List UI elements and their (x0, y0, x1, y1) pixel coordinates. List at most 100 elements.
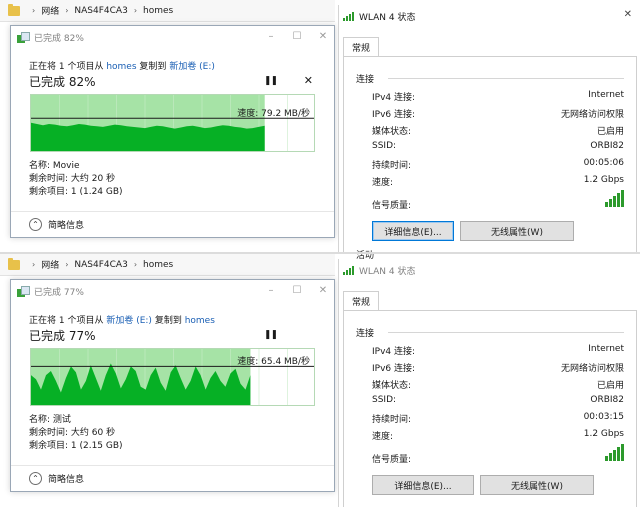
pause-icon[interactable]: ❚❚ (264, 76, 278, 86)
row-label: 持续时间: (372, 161, 412, 171)
copy-icon (17, 285, 30, 297)
wlan-row: SSID: ORBI82 (372, 395, 624, 405)
chevron-right-icon: › (133, 6, 138, 15)
wireless-properties-button[interactable]: 无线属性(W) (460, 221, 574, 241)
chevron-up-icon: ⌃ (29, 472, 42, 485)
row-value: 1.2 Gbps (583, 429, 624, 439)
maximize-icon[interactable]: ☐ (292, 30, 302, 42)
fewer-details-label: 简略信息 (48, 475, 85, 485)
copy-middle: 复制到 (154, 316, 182, 326)
signal-quality-row: 信号质量: (372, 452, 576, 465)
connection-group-label: 连接 (356, 75, 375, 85)
row-label: 速度: (372, 178, 394, 188)
maximize-icon[interactable]: ☐ (292, 284, 302, 296)
row-label: 媒体状态: (372, 127, 412, 137)
row-value: 已启用 (596, 381, 624, 391)
close-icon[interactable]: ✕ (624, 9, 632, 20)
wlan-title-bar[interactable]: WLAN 4 状态 (339, 5, 640, 27)
minimize-icon[interactable]: – (266, 284, 276, 296)
row-label: IPv6 连接: (372, 364, 416, 374)
dialog-title: 已完成 82% (34, 33, 84, 44)
wifi-signal-icon (343, 11, 354, 21)
row-label: 持续时间: (372, 415, 412, 425)
connection-group-label: 连接 (356, 329, 375, 339)
destination-link[interactable]: homes (185, 316, 215, 326)
source-link[interactable]: 新加卷 (E:) (106, 316, 152, 326)
explorer-address-bar[interactable]: › 网络 › NAS4F4CA3 › homes (0, 0, 335, 22)
wireless-properties-button[interactable]: 无线属性(W) (480, 475, 594, 495)
breadcrumb-network[interactable]: 网络 (41, 4, 59, 17)
row-label: 速度: (372, 432, 394, 442)
throughput-graph: 速度: 65.4 MB/秒 (30, 348, 315, 406)
tab-general[interactable]: 常规 (343, 291, 380, 311)
destination-link[interactable]: 新加卷 (E:) (169, 62, 215, 72)
row-label: IPv4 连接: (372, 347, 416, 357)
breadcrumb-nas[interactable]: NAS4F4CA3 (74, 260, 127, 270)
source-link[interactable]: homes (106, 62, 136, 72)
dialog-title: 已完成 77% (34, 287, 84, 298)
percent-complete: 已完成 77% (29, 329, 96, 343)
wlan-row: SSID: ORBI82 (372, 141, 624, 151)
items-remaining: 剩余项目: 1 (1.24 GB) (29, 187, 123, 197)
wlan-row: 速度: 1.2 Gbps (372, 429, 624, 442)
chevron-right-icon: › (65, 6, 69, 15)
chevron-right-icon: › (32, 6, 36, 15)
chevron-right-icon: › (65, 260, 69, 269)
signal-quality-icon (605, 444, 624, 461)
row-value: 无网络访问权限 (560, 110, 624, 120)
file-name: 名称: 测试 (29, 415, 71, 425)
minimize-icon[interactable]: – (266, 30, 276, 42)
copy-description: 正在将 1 个项目从 homes 复制到 新加卷 (E:) (29, 59, 215, 72)
close-icon[interactable]: ✕ (318, 284, 328, 296)
items-remaining: 剩余项目: 1 (2.15 GB) (29, 441, 123, 451)
row-label: 媒体状态: (372, 381, 412, 391)
fewer-details-toggle[interactable]: ⌃ 简略信息 (11, 465, 334, 491)
row-label: IPv4 连接: (372, 93, 416, 103)
copy-middle: 复制到 (139, 62, 167, 72)
details-button[interactable]: 详细信息(E)... (372, 475, 474, 495)
breadcrumb-homes[interactable]: homes (143, 6, 173, 16)
wlan-row: 持续时间: 00:05:06 (372, 158, 624, 171)
breadcrumb-network[interactable]: 网络 (41, 258, 59, 271)
signal-label: 信号质量: (372, 455, 412, 465)
signal-quality-row: 信号质量: (372, 198, 576, 211)
copy-prefix: 正在将 1 个项目从 (29, 316, 104, 326)
wlan-row: IPv4 连接: Internet (372, 344, 624, 357)
row-value: ORBI82 (590, 395, 624, 405)
wlan-title: WLAN 4 状态 (359, 12, 416, 23)
pause-icon[interactable]: ❚❚ (264, 330, 278, 340)
row-label: SSID: (372, 141, 397, 151)
percent-complete: 已完成 82% (29, 75, 96, 89)
wlan-status-window: WLAN 4 状态 常规 连接 IPv4 连接: Internet IPv6 连接… (338, 259, 640, 507)
wlan-row: 媒体状态: 已启用 (372, 124, 624, 137)
wlan-row: 持续时间: 00:03:15 (372, 412, 624, 425)
throughput-graph: 速度: 79.2 MB/秒 (30, 94, 315, 152)
group-divider (388, 332, 624, 333)
folder-icon (8, 257, 20, 270)
copy-description: 正在将 1 个项目从 新加卷 (E:) 复制到 homes (29, 313, 215, 326)
breadcrumb-nas[interactable]: NAS4F4CA3 (74, 6, 127, 16)
tab-general[interactable]: 常规 (343, 37, 380, 57)
wlan-row: 媒体状态: 已启用 (372, 378, 624, 391)
copy-prefix: 正在将 1 个项目从 (29, 62, 104, 72)
wlan-row: IPv4 连接: Internet (372, 90, 624, 103)
general-tab-body: 连接 IPv4 连接: Internet IPv6 连接: 无网络访问权限 媒体状态… (343, 56, 637, 261)
panel-upload: › 网络 › NAS4F4CA3 › homes 已完成 82% – ☐ ✕ 正… (0, 0, 640, 261)
wlan-status-window: WLAN 4 状态 ✕ 常规 连接 IPv4 连接: Internet IPv6 … (338, 5, 640, 261)
row-value: 1.2 Gbps (583, 175, 624, 185)
fewer-details-label: 简略信息 (48, 221, 85, 231)
row-value: 00:05:06 (583, 158, 624, 168)
panel-download: › 网络 › NAS4F4CA3 › homes 已完成 77% – ☐ ✕ 正… (0, 254, 640, 507)
chevron-up-icon: ⌃ (29, 218, 42, 231)
row-value: 00:03:15 (583, 412, 624, 422)
explorer-address-bar[interactable]: › 网络 › NAS4F4CA3 › homes (0, 254, 335, 276)
throughput-chart (31, 95, 314, 151)
details-button[interactable]: 详细信息(E)... (372, 221, 454, 241)
cancel-icon[interactable]: ✕ (304, 74, 313, 87)
wifi-signal-icon (343, 265, 354, 275)
wlan-title-bar[interactable]: WLAN 4 状态 (339, 259, 640, 281)
fewer-details-toggle[interactable]: ⌃ 简略信息 (11, 211, 334, 237)
close-icon[interactable]: ✕ (318, 30, 328, 42)
signal-quality-icon (605, 190, 624, 207)
breadcrumb-homes[interactable]: homes (143, 260, 173, 270)
